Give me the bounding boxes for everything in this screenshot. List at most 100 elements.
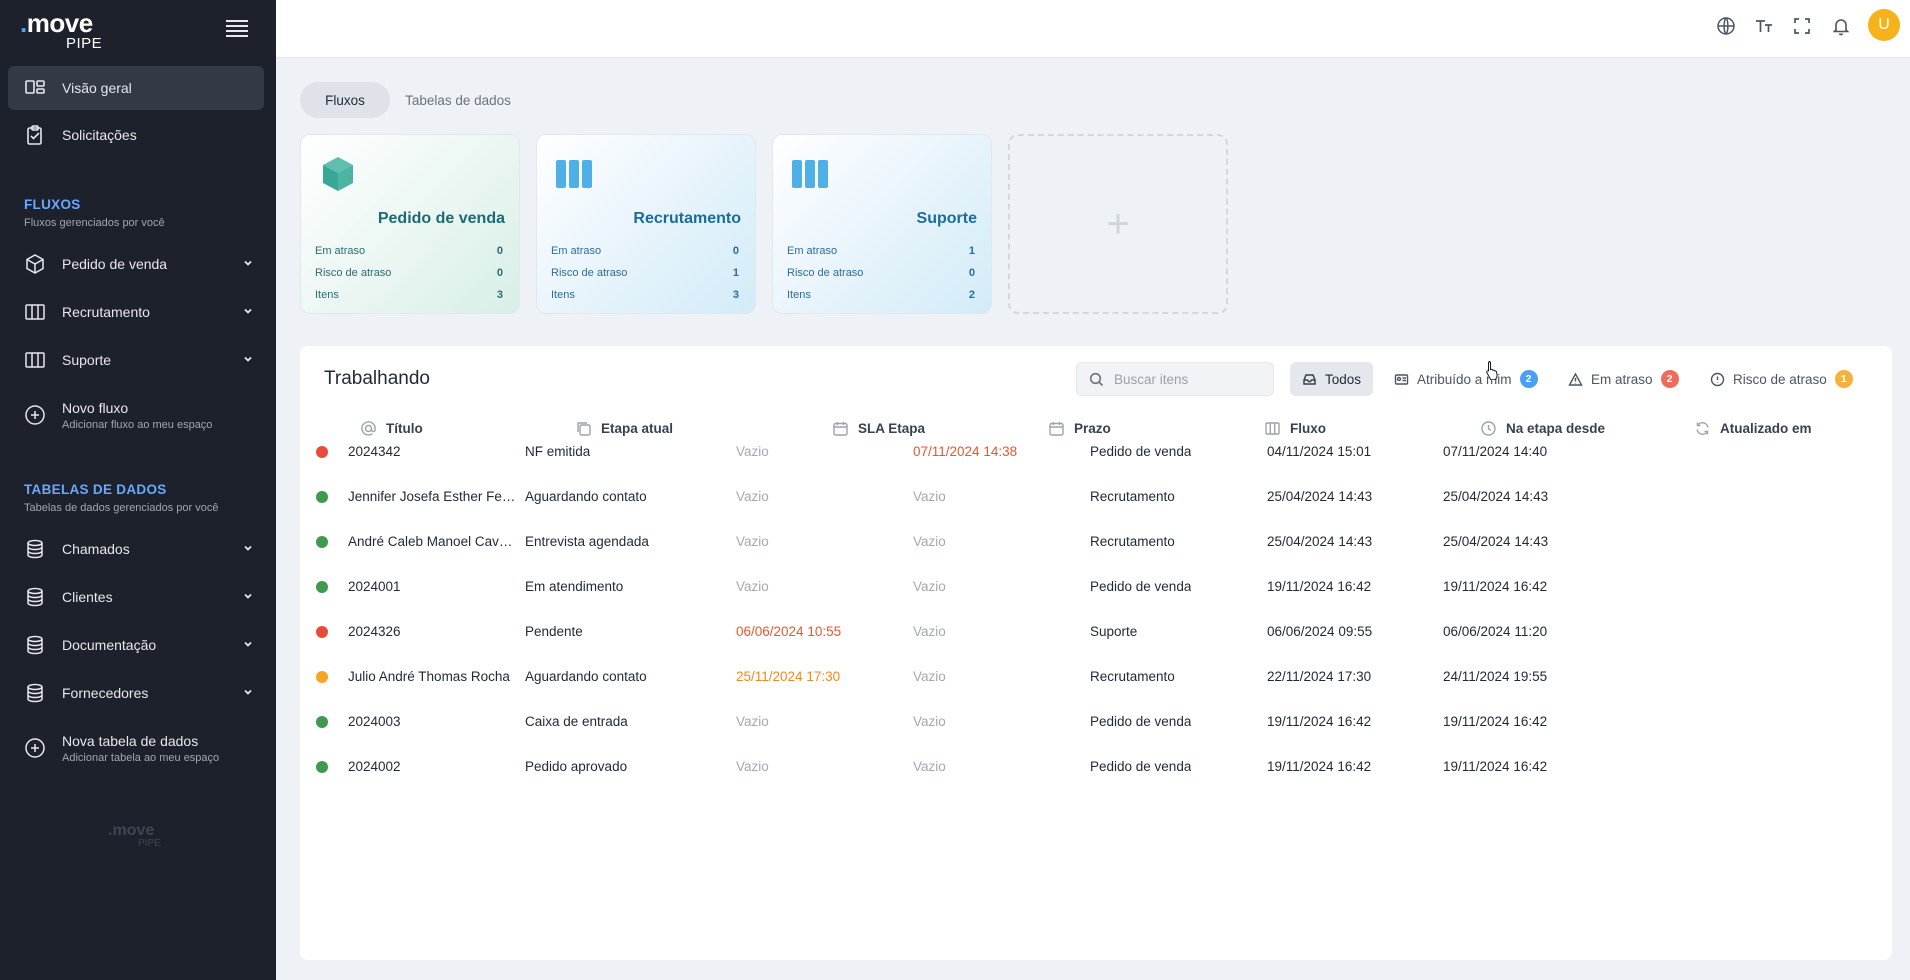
globe-icon[interactable]	[1715, 15, 1737, 37]
cell-sla-etapa: 25/11/2024 17:30	[736, 669, 841, 684]
filter-todos[interactable]: Todos	[1290, 362, 1374, 396]
clipboard-icon	[24, 124, 46, 146]
text-size-icon[interactable]	[1753, 15, 1775, 37]
chevron-down-icon	[244, 260, 252, 266]
table-row[interactable]: Jennifer Josefa Esther Fern... Aguardando…	[300, 475, 1892, 520]
search-input[interactable]	[1114, 371, 1264, 387]
cell-sla-etapa: Vazio	[736, 579, 769, 594]
sidebar-item-label: Documentação	[62, 637, 157, 653]
tray-icon	[1303, 373, 1316, 385]
footer-logo: .move PIPE	[108, 822, 161, 849]
search-box[interactable]	[1076, 362, 1274, 396]
sidebar-item-documentacao[interactable]: Documentação	[8, 623, 264, 667]
warning-icon	[1568, 372, 1583, 386]
sidebar-item-pedido-de-venda[interactable]: Pedido de venda	[8, 242, 264, 286]
columns-icon	[556, 160, 592, 188]
cell-fluxo: Pedido de venda	[1090, 759, 1192, 774]
stat-risco-de-atraso: Risco de atraso 1	[551, 267, 739, 279]
cell-na-etapa-desde: 25/04/2024 14:43	[1267, 489, 1373, 504]
cell-sla-etapa: Vazio	[736, 714, 769, 729]
cell-prazo: Vazio	[913, 534, 946, 549]
sidebar-item-chamados[interactable]: Chamados	[8, 527, 264, 571]
cell-atualizado-em: 06/06/2024 11:20	[1443, 624, 1548, 639]
sidebar-item-label: Suporte	[62, 352, 112, 368]
tab-tabelas-de-dados[interactable]: Tabelas de dados	[398, 82, 518, 118]
cell-na-etapa-desde: 22/11/2024 17:30	[1267, 669, 1372, 684]
table-row[interactable]: 2024001 Em atendimento Vazio Vazio Pedido de…	[300, 565, 1892, 610]
sidebar-item-solicitacoes[interactable]: Solicitações	[8, 113, 264, 157]
sidebar-item-suporte[interactable]: Suporte	[8, 338, 264, 382]
plus-circle-icon	[24, 404, 46, 426]
sidebar: .move PIPE Visão geral Solicitações FLUX…	[0, 0, 276, 980]
chevron-down-icon	[244, 641, 252, 647]
brand-logo[interactable]: .move PIPE	[20, 10, 140, 52]
table-row[interactable]: 2024326 Pendente 06/06/2024 10:55 Vazio Supo…	[300, 610, 1892, 655]
cell-titulo: Jennifer Josefa Esther Fern...	[348, 489, 518, 504]
alert-circle-icon	[1710, 372, 1725, 386]
table-row[interactable]: André Caleb Manoel Caval... Entrevista ag…	[300, 520, 1892, 565]
user-avatar[interactable]: U	[1868, 9, 1900, 41]
sidebar-item-fornecedores[interactable]: Fornecedores	[8, 671, 264, 715]
cell-na-etapa-desde: 25/04/2024 14:43	[1267, 534, 1373, 549]
sidebar-item-clientes[interactable]: Clientes	[8, 575, 264, 619]
cell-titulo: 2024003	[348, 714, 401, 729]
new-table-button[interactable]: Nova tabela de dados Adicionar tabela ao…	[8, 725, 264, 771]
tables-section-title: TABELAS DE DADOS	[24, 482, 167, 497]
filter-em-atraso[interactable]: Em atraso 2	[1556, 362, 1691, 396]
bell-icon[interactable]	[1830, 15, 1852, 37]
sidebar-item-recrutamento[interactable]: Recrutamento	[8, 290, 264, 334]
chevron-down-icon	[244, 356, 252, 362]
stat-itens: Itens 3	[551, 289, 739, 301]
add-flow-card[interactable]: +	[1008, 134, 1228, 314]
stat-itens: Itens 2	[787, 289, 975, 301]
count-badge: 2	[1660, 370, 1679, 388]
flow-card-recrutamento[interactable]: Recrutamento Em atraso 0 Risco de atraso 1…	[536, 134, 756, 314]
table-row[interactable]: 2024342 NF emitida Vazio 07/11/2024 14:38 Pe…	[300, 430, 1892, 475]
flow-card-suporte[interactable]: Suporte Em atraso 1 Risco de atraso 0 Iten…	[772, 134, 992, 314]
cell-etapa-atual: Pendente	[525, 624, 583, 639]
cell-atualizado-em: 19/11/2024 16:42	[1443, 759, 1548, 774]
cell-fluxo: Recrutamento	[1090, 669, 1175, 684]
cell-na-etapa-desde: 06/06/2024 09:55	[1267, 624, 1373, 639]
top-bar	[276, 0, 1910, 58]
plus-circle-icon	[24, 737, 46, 759]
status-dot	[316, 491, 328, 503]
new-table-label: Nova tabela de dados	[62, 732, 199, 749]
new-flow-button[interactable]: Novo fluxo Adicionar fluxo ao meu espaço	[8, 392, 264, 438]
cell-titulo: 2024001	[348, 579, 401, 594]
flow-card-pedido-de-venda[interactable]: Pedido de venda Em atraso 0 Risco de atra…	[300, 134, 520, 314]
search-icon	[1089, 372, 1104, 386]
fullscreen-icon[interactable]	[1791, 15, 1813, 37]
sidebar-item-label: Solicitações	[62, 127, 137, 143]
filter-risco-de-atraso[interactable]: Risco de atraso 1	[1698, 362, 1865, 396]
table-row[interactable]: 2024002 Pedido aprovado Vazio Vazio Pedido d…	[300, 745, 1892, 790]
status-dot	[316, 626, 328, 638]
cell-fluxo: Pedido de venda	[1090, 444, 1192, 459]
stat-em-atraso: Em atraso 0	[315, 245, 503, 257]
cube-icon	[24, 253, 46, 275]
table-row[interactable]: 2024003 Caixa de entrada Vazio Vazio Pedido …	[300, 700, 1892, 745]
stat-em-atraso: Em atraso 0	[551, 245, 739, 257]
sidebar-item-visao-geral[interactable]: Visão geral	[8, 66, 264, 110]
cell-fluxo: Recrutamento	[1090, 534, 1175, 549]
flows-section-title: FLUXOS	[24, 197, 81, 212]
cell-prazo: Vazio	[913, 669, 946, 684]
cell-fluxo: Suporte	[1090, 624, 1138, 639]
filter-atribuido-a-mim[interactable]: Atribuído a mim 2	[1382, 362, 1550, 396]
cell-etapa-atual: Pedido aprovado	[525, 759, 628, 774]
cell-na-etapa-desde: 19/11/2024 16:42	[1267, 714, 1372, 729]
sidebar-item-label: Fornecedores	[62, 685, 149, 701]
stat-em-atraso: Em atraso 1	[787, 245, 975, 257]
count-badge: 1	[1834, 370, 1853, 388]
menu-toggle-icon[interactable]	[226, 20, 248, 38]
cell-prazo: Vazio	[913, 579, 946, 594]
table-row[interactable]: Julio André Thomas Rocha Aguardando conta…	[300, 655, 1892, 700]
status-dot	[316, 446, 328, 458]
tab-fluxos[interactable]: Fluxos	[300, 82, 390, 118]
cell-titulo: Julio André Thomas Rocha	[348, 669, 510, 684]
database-icon	[24, 634, 46, 656]
database-icon	[24, 682, 46, 704]
cell-na-etapa-desde: 04/11/2024 15:01	[1267, 444, 1372, 459]
working-panel: Trabalhando Todos Atribuído a mim 2 Em a…	[300, 346, 1892, 960]
sidebar-item-label: Pedido de venda	[62, 256, 168, 272]
